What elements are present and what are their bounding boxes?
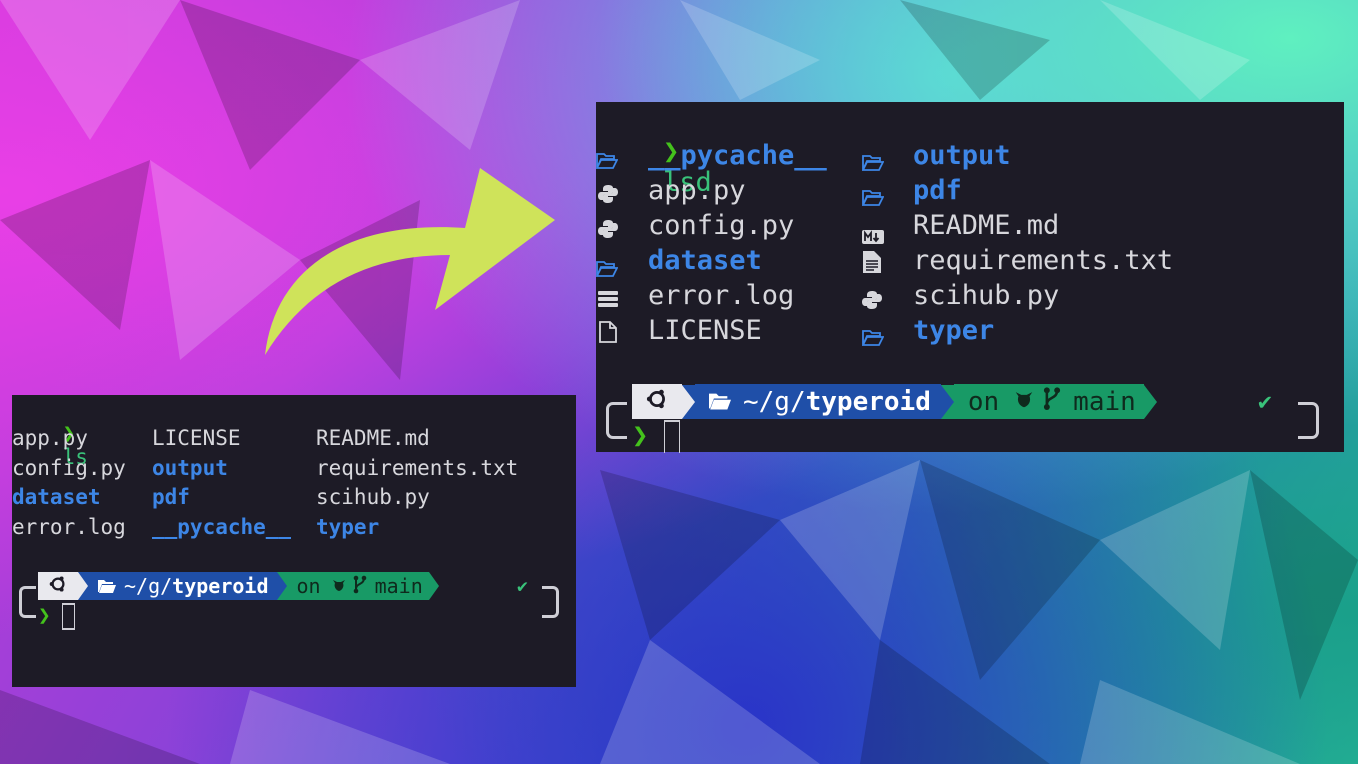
list-item: requirements.txt (913, 245, 1174, 276)
list-item: scihub.py (913, 280, 1060, 311)
git-on-label: on (296, 574, 321, 598)
list-item: __pycache__ (152, 515, 292, 539)
python-icon (598, 180, 618, 211)
list-item: error.log (12, 515, 126, 539)
segment-separator (940, 384, 954, 419)
list-item: LICENSE (648, 315, 762, 346)
segment-separator (78, 572, 88, 600)
path-segment: ~/g/typeroid (88, 572, 277, 600)
list-item: app.py (648, 175, 746, 206)
list-item: output (913, 140, 1011, 171)
segment-separator (682, 384, 695, 419)
status-ok-icon: ✔ (517, 576, 528, 597)
small-terminal-window[interactable]: ❯ ls app.py config.py dataset error.log … (12, 395, 576, 687)
input-prompt-symbol: ❯ (38, 603, 51, 627)
list-item: dataset (12, 485, 101, 509)
git-segment: on main (286, 572, 429, 600)
git-segment: on main (953, 384, 1144, 419)
list-item: typer (913, 315, 995, 346)
list-item: README.md (316, 426, 430, 450)
list-item: app.py (12, 426, 88, 450)
curved-arrow-icon (265, 168, 555, 355)
segment-separator (276, 572, 287, 600)
git-branch-icon (353, 574, 367, 599)
prompt-bracket-left (606, 402, 627, 439)
folder-icon (595, 254, 619, 285)
segment-separator (428, 572, 439, 600)
list-item: output (152, 456, 228, 480)
os-segment (632, 384, 682, 419)
log-icon (598, 286, 618, 317)
small-status-bar: ~/g/typeroid on main (38, 572, 439, 600)
folder-icon (861, 183, 885, 214)
prompt-bracket-right (1298, 402, 1319, 439)
path-prefix: ~/g/ (743, 386, 806, 417)
git-branch-icon (1043, 385, 1061, 418)
list-item: config.py (648, 210, 795, 241)
path-segment: ~/g/typeroid (695, 384, 941, 419)
list-item: error.log (648, 280, 795, 311)
list-item: pdf (152, 485, 190, 509)
text-file-icon (863, 249, 881, 280)
github-icon (331, 574, 347, 598)
text-cursor[interactable] (664, 420, 680, 453)
large-terminal-window[interactable]: ❯ lsd __pycache__ app.py config.py datas… (595, 102, 1344, 453)
folder-icon (595, 146, 619, 177)
github-icon (1013, 387, 1035, 417)
ubuntu-icon (49, 574, 67, 598)
list-item: dataset (648, 245, 762, 276)
git-on-label: on (967, 386, 1000, 417)
segment-separator (1143, 384, 1157, 419)
branch-name: main (1073, 386, 1136, 417)
branch-name: main (374, 574, 423, 598)
list-item: __pycache__ (648, 140, 827, 171)
list-item: requirements.txt (316, 456, 519, 480)
large-status-bar: ~/g/typeroid on main (632, 384, 1157, 419)
list-item: config.py (12, 456, 126, 480)
os-segment (38, 572, 78, 600)
prompt-bracket-right (542, 586, 559, 618)
list-item: README.md (913, 210, 1060, 241)
input-prompt-symbol: ❯ (632, 420, 649, 451)
list-item: pdf (913, 175, 962, 206)
text-cursor[interactable] (62, 603, 75, 630)
path-current-dir: typeroid (805, 386, 931, 417)
folder-open-icon (709, 387, 731, 417)
python-icon (598, 215, 618, 246)
list-item: typer (316, 515, 380, 539)
prompt-bracket-left (19, 586, 36, 618)
path-current-dir: typeroid (172, 574, 269, 598)
folder-open-icon (98, 574, 116, 598)
list-item: LICENSE (152, 426, 241, 450)
folder-icon (861, 148, 885, 179)
status-ok-icon: ✔ (1258, 389, 1272, 415)
folder-icon (861, 323, 885, 354)
markdown-icon (862, 220, 884, 251)
ubuntu-icon (646, 387, 668, 417)
python-icon (862, 286, 882, 317)
file-icon (599, 319, 617, 350)
list-item: scihub.py (316, 485, 430, 509)
path-prefix: ~/g/ (124, 574, 173, 598)
